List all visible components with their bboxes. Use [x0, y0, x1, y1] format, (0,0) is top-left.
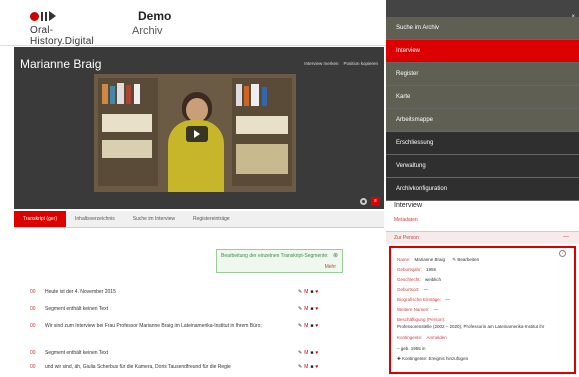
segment-text: Segment enthält keinen Text	[45, 306, 109, 312]
marker-icon[interactable]: M	[304, 323, 308, 329]
person-details-panel: ? Name: Marianne Braig ✎ Bearbeiten Gebu…	[389, 246, 576, 374]
edit-icon[interactable]: ✎	[298, 364, 302, 370]
edit-icon[interactable]: ✎	[298, 306, 302, 312]
logo-text: Oral-History.Digital	[30, 25, 94, 47]
sidebar: × Suche im Archiv Interview Register Kar…	[386, 0, 579, 377]
bio-row: Biografische Einträge: —	[397, 297, 450, 302]
other-names-row: Weitere Namen: —	[397, 307, 439, 312]
hint-more-link[interactable]: Mehr	[325, 264, 336, 270]
occupation-value: Professorenstelle (2002 – 2020), Profess…	[397, 324, 545, 329]
gender-row: Geschlecht: weiblich	[397, 277, 442, 282]
segment-timecode[interactable]: 00	[30, 364, 36, 370]
segment-actions: ✎ M ■ ♥	[298, 289, 318, 295]
video-player[interactable]	[94, 74, 296, 192]
heart-icon[interactable]: ♥	[315, 306, 318, 312]
logo[interactable]: Oral-History.Digital	[30, 10, 110, 47]
segment-actions: ✎ M ■ ♥	[298, 364, 318, 370]
app-name: Demo	[138, 9, 172, 23]
heart-icon[interactable]: ♥	[315, 289, 318, 295]
marker-icon[interactable]: M	[304, 364, 308, 370]
bookmark-link[interactable]: Interview merken	[304, 61, 338, 66]
transcript-tabs: Transkript (ger) Inhaltsverzeichnis Such…	[14, 211, 384, 228]
extra-row: – geb. 1955 in	[397, 346, 426, 351]
interviewee-name: Marianne Braig	[20, 57, 102, 71]
app-frame: Oral-History.Digital Demo Archiv Mariann…	[0, 0, 579, 377]
settings-icon[interactable]	[360, 198, 367, 205]
sidebar-menu: Suche im Archiv Interview Register Karte…	[386, 17, 579, 201]
metadata-link[interactable]: Metadaten	[394, 217, 418, 223]
tab-registry-entries[interactable]: Registereinträge	[184, 211, 239, 227]
close-icon[interactable]: ⊗	[333, 252, 338, 259]
name-row: Name: Marianne Braig ✎ Bearbeiten	[397, 257, 480, 262]
menu-item-indexing[interactable]: Erschliessung	[386, 132, 579, 155]
tab-transcript[interactable]: Transkript (ger)	[14, 211, 66, 227]
help-icon[interactable]: ?	[559, 250, 566, 257]
segment-actions: ✎ M ■ ♥	[298, 306, 318, 312]
menu-item-interview[interactable]: Interview	[386, 40, 579, 63]
edit-button[interactable]: ✎ Bearbeiten	[452, 257, 479, 262]
segment-edit-hint: Bearbeitung der einzelnen Transkript-Seg…	[216, 249, 343, 273]
person-group-header[interactable]: Zur Person —	[386, 231, 579, 244]
heart-icon[interactable]: ♥	[315, 350, 318, 356]
segment-timecode[interactable]: 00	[30, 323, 36, 329]
logo-mark	[30, 10, 110, 22]
hint-text: Bearbeitung der einzelnen Transkript-Seg…	[221, 253, 329, 259]
segment-timecode[interactable]: 00	[30, 350, 36, 356]
annotation-icon[interactable]: ■	[310, 289, 313, 295]
login-link[interactable]: Anmelden	[427, 335, 447, 340]
segment-timecode[interactable]: 00	[30, 306, 36, 312]
heart-icon[interactable]: ♥	[315, 364, 318, 370]
media-panel: Marianne Braig Interview merken Position…	[14, 47, 384, 209]
app-subtitle: Archiv	[132, 25, 163, 37]
collapse-icon[interactable]: —	[563, 234, 569, 240]
edit-icon[interactable]: ✎	[298, 323, 302, 329]
birth-year-row: Geburtsjahr: 1955	[397, 267, 437, 272]
sidebar-top-bar	[386, 0, 579, 17]
person-group-title: Zur Person	[394, 235, 419, 241]
segment-text: Heute ist der 4. November 2015	[45, 289, 116, 295]
segment-timecode[interactable]: 00	[30, 289, 36, 295]
birthplace-row: Geburtsort: —	[397, 287, 429, 292]
marker-icon[interactable]: M	[304, 350, 308, 356]
annotation-icon[interactable]: ■	[310, 306, 313, 312]
marker-icon[interactable]: M	[304, 289, 308, 295]
menu-item-map[interactable]: Karte	[386, 86, 579, 109]
media-links: Interview merken Position kopieren	[304, 61, 378, 66]
section-title: Interview	[394, 202, 423, 209]
subtitles-icon[interactable]: ≡	[371, 197, 380, 206]
edit-icon[interactable]: ✎	[298, 289, 302, 295]
play-button[interactable]	[186, 126, 208, 142]
tab-search-in-interview[interactable]: Suche im Interview	[124, 211, 184, 227]
annotation-icon[interactable]: ■	[310, 350, 313, 356]
annotation-icon[interactable]: ■	[310, 364, 313, 370]
menu-item-administration[interactable]: Verwaltung	[386, 155, 579, 178]
segment-text: Wir sind zum Interview bei Frau Professo…	[45, 323, 262, 329]
play-icon	[194, 130, 200, 138]
annotation-icon[interactable]: ■	[310, 323, 313, 329]
media-tools: ≡	[360, 197, 380, 206]
marker-icon[interactable]: M	[304, 306, 308, 312]
occupation-row: Beschäftigung (Person):	[397, 317, 446, 322]
heart-icon[interactable]: ♥	[315, 323, 318, 329]
copy-position-link[interactable]: Position kopieren	[343, 61, 378, 66]
segment-actions: ✎ M ■ ♥	[298, 323, 318, 329]
edit-icon[interactable]: ✎	[298, 350, 302, 356]
contingent-row: Kontingente: Anmelden	[397, 335, 447, 340]
menu-item-archive-config[interactable]: Archivkonfiguration	[386, 178, 579, 201]
segment-text: und wir sind, äh, Giulia Scherbus für di…	[45, 364, 231, 370]
menu-item-workbook[interactable]: Arbeitsmappe	[386, 109, 579, 132]
add-event-row[interactable]: ✚ Kontingente: Ereignis hinzufügen	[397, 356, 468, 362]
menu-item-register[interactable]: Register	[386, 63, 579, 86]
menu-item-archive-search[interactable]: Suche im Archiv	[386, 17, 579, 40]
segment-text: Segment enthält keinen Text	[45, 350, 109, 356]
segment-actions: ✎ M ■ ♥	[298, 350, 318, 356]
tab-table-of-contents[interactable]: Inhaltsverzeichnis	[66, 211, 124, 227]
